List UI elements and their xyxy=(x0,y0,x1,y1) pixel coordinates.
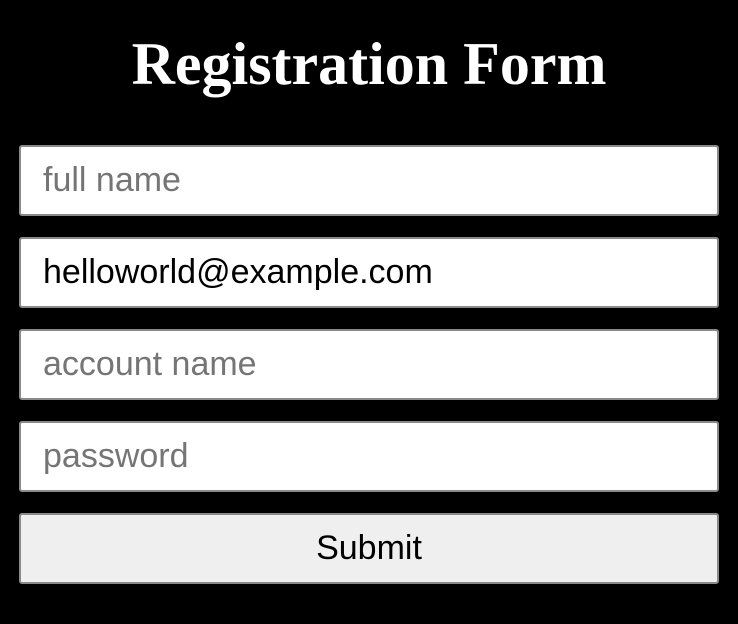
account-name-input[interactable] xyxy=(19,329,719,400)
submit-button[interactable]: Submit xyxy=(19,513,719,584)
full-name-input[interactable] xyxy=(19,145,719,216)
page-title: Registration Form xyxy=(131,31,607,97)
password-input[interactable] xyxy=(19,421,719,492)
registration-page: Registration Form Submit xyxy=(0,0,738,624)
email-input[interactable] xyxy=(19,237,719,308)
registration-form: Submit xyxy=(19,145,719,584)
